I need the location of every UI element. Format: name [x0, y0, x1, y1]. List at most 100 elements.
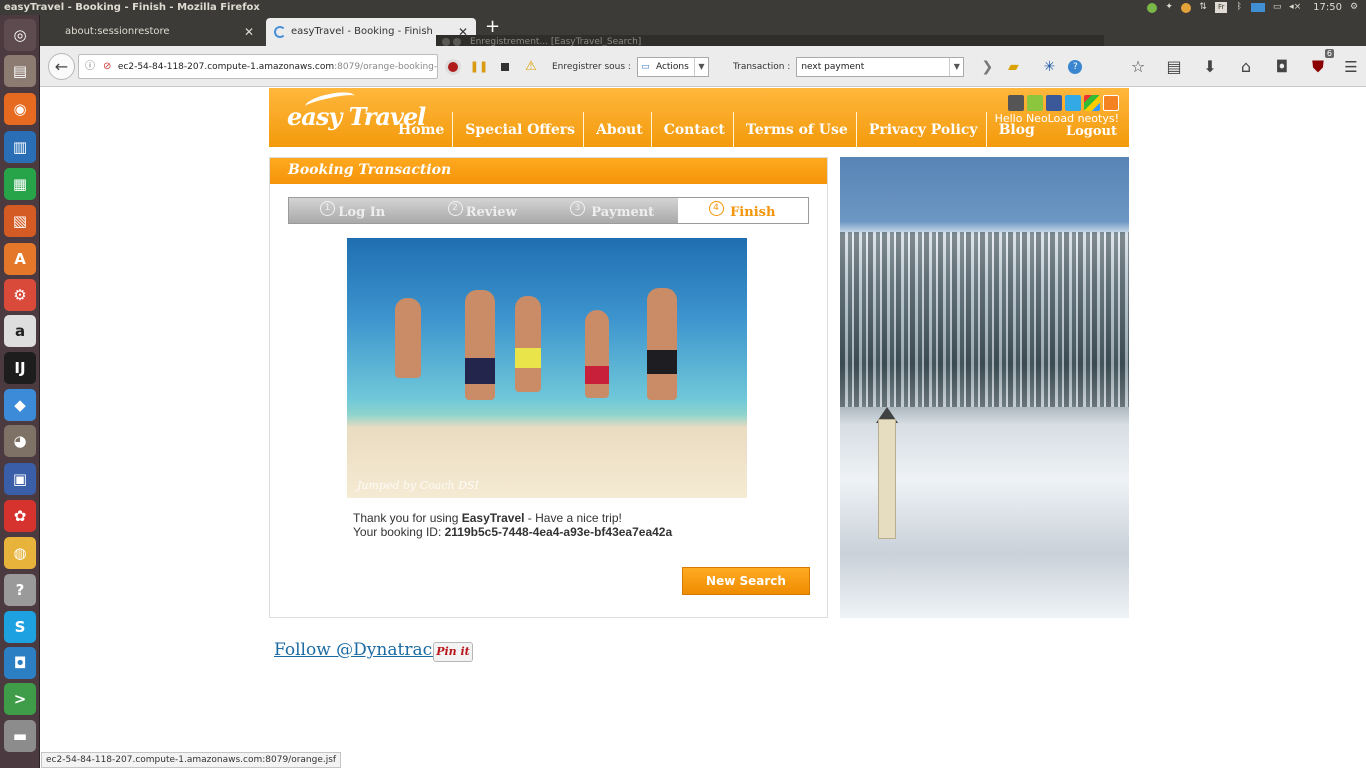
bookmark-star-icon[interactable]: ☆ [1120, 57, 1156, 76]
check-icon[interactable] [1147, 2, 1158, 13]
system-top-bar: easyTravel - Booking - Finish - Mozilla … [0, 0, 1366, 15]
keyboard-layout-icon[interactable]: Fr [1215, 2, 1228, 13]
open-folder-icon[interactable]: ▰ [1000, 55, 1026, 79]
menu-icon[interactable]: ☰ [1336, 58, 1366, 76]
new-search-button[interactable]: New Search [682, 567, 810, 595]
person-figure [647, 288, 677, 400]
volume-icon[interactable]: ◂× [1289, 2, 1301, 13]
thanks-suffix: - Have a nice trip! [524, 511, 622, 525]
dropbox-icon[interactable]: ✦ [1163, 2, 1175, 13]
follow-dynatrace-link[interactable]: Follow @Dynatrace [274, 640, 442, 660]
paint-icon[interactable]: ✿ [4, 500, 36, 532]
reading-list-icon[interactable]: ▤ [1156, 57, 1192, 76]
nav-about[interactable]: About [584, 112, 652, 148]
booking-id-label: Your booking ID: [353, 525, 445, 539]
rss-icon[interactable] [1103, 95, 1119, 111]
nav-special-offers[interactable]: Special Offers [453, 112, 585, 148]
ubuntu-dash-icon[interactable]: ◎ [4, 19, 36, 51]
back-button[interactable]: ← [48, 53, 75, 80]
step-number: 2 [447, 201, 463, 216]
step-label: Review [465, 205, 517, 220]
neoload-target-icon[interactable]: ✳ [1036, 55, 1062, 79]
intellij-icon[interactable]: IJ [4, 352, 36, 384]
stop-button[interactable] [492, 55, 518, 79]
twitter-icon[interactable] [1065, 95, 1081, 111]
pinit-button[interactable]: Pin it [433, 642, 473, 662]
record-button[interactable] [440, 55, 466, 79]
step-label: Log In [338, 205, 386, 220]
next-arrow-icon[interactable]: ❯ [974, 55, 1000, 79]
apple-icon[interactable] [1008, 95, 1024, 111]
tab-sessionrestore[interactable]: about:sessionrestore ✕ [40, 18, 262, 46]
person-figure [585, 310, 609, 398]
android-icon[interactable] [1027, 95, 1043, 111]
booking-steps: 1 Log In 2 Review 3 Payment 4 Finish [288, 197, 809, 224]
chrome-app-icon[interactable]: ◍ [4, 537, 36, 569]
help-icon[interactable]: ? [1062, 55, 1088, 79]
person-figure [515, 296, 541, 392]
home-icon[interactable]: ⌂ [1228, 57, 1264, 76]
chrome-icon[interactable] [1181, 2, 1192, 13]
facebook-icon[interactable] [1046, 95, 1062, 111]
trash-icon[interactable]: ▬ [4, 720, 36, 752]
neoload-icon[interactable]: ◘ [4, 647, 36, 679]
info-icon[interactable]: ⓘ [85, 55, 97, 78]
save-under-select[interactable]: ▭ Actions ▼ [636, 56, 709, 77]
settings-icon[interactable]: ⚙ [4, 279, 36, 311]
software-center-icon[interactable]: A [4, 243, 36, 275]
save-under-value: Actions [655, 61, 689, 72]
firefox-icon[interactable]: ◉ [4, 93, 36, 125]
browser-right-toolbar: ☆ ▤ ⬇ ⌂ ◘ ⛊ 6 ☰ [1120, 48, 1366, 79]
amazon-icon[interactable]: a [4, 315, 36, 347]
recorder-toolbar: ❚❚ ⚠ Enregistrer sous : ▭ Actions ▼ Tran… [440, 54, 1088, 79]
remote-desktop-icon[interactable]: ▣ [4, 463, 36, 495]
step-log-in: 1 Log In [289, 198, 419, 223]
nav-contact[interactable]: Contact [652, 112, 734, 148]
logout-link[interactable]: Logout [1066, 124, 1117, 139]
app-launcher: ◎ ▤ ◉ ▥ ▦ ▧ A ⚙ a IJ ◆ ◕ ▣ ✿ ◍ ? S ◘ > ▬ [0, 15, 40, 768]
download-icon[interactable]: ⬇ [1192, 57, 1228, 76]
terminal-icon[interactable]: > [4, 683, 36, 715]
help-icon[interactable]: ? [4, 574, 36, 606]
calc-icon[interactable]: ▦ [4, 168, 36, 200]
window-controls[interactable] [442, 38, 461, 46]
clock[interactable]: 17:50 [1307, 2, 1342, 13]
chevron-down-icon: ▼ [949, 57, 963, 76]
writer-icon[interactable]: ▥ [4, 131, 36, 163]
close-icon[interactable]: ✕ [244, 18, 254, 46]
step-label: Finish [730, 205, 776, 220]
nav-terms-of-use[interactable]: Terms of Use [734, 112, 857, 148]
transaction-select[interactable]: next payment ▼ [796, 56, 965, 77]
system-tray: ✦ ⇅ Fr ᛒ ▭ ◂× 17:50 ⚙ [1147, 0, 1366, 15]
pocket-icon[interactable]: ◘ [1264, 57, 1300, 76]
ublock-icon[interactable]: ⛊ 6 [1300, 48, 1336, 77]
dropbox-app-icon[interactable]: ◆ [4, 389, 36, 421]
step-number: 4 [708, 201, 724, 216]
url-bar[interactable]: ⓘ ⊘ ec2-54-84-118-207.compute-1.amazonaws… [78, 54, 438, 79]
files-icon[interactable]: ▤ [4, 55, 36, 87]
new-tab-icon[interactable]: + [485, 16, 500, 37]
google-icon[interactable] [1084, 95, 1100, 111]
warning-icon[interactable]: ⚠ [518, 55, 544, 79]
nav-privacy-policy[interactable]: Privacy Policy [857, 112, 987, 148]
settings-gear-icon[interactable]: ⚙ [1348, 2, 1360, 13]
transaction-label: Transaction : [732, 61, 791, 72]
mail-icon[interactable] [1251, 3, 1266, 12]
web-page: easy Travel Home Special Offers About Co… [41, 87, 1366, 752]
pause-button[interactable]: ❚❚ [466, 55, 492, 79]
main-nav: Home Special Offers About Contact Terms … [386, 112, 1043, 148]
person-figure [395, 298, 421, 378]
person-figure [465, 290, 495, 400]
status-bar-url: ec2-54-84-118-207.compute-1.amazonaws.co… [41, 752, 342, 768]
nav-home[interactable]: Home [386, 112, 454, 148]
skype-icon[interactable]: S [4, 611, 36, 643]
bluetooth-icon[interactable]: ᛒ [1233, 2, 1245, 13]
network-icon[interactable]: ⇅ [1197, 2, 1209, 13]
church-tower [878, 419, 896, 539]
thanks-prefix: Thank you for using [353, 511, 462, 525]
gimp-icon[interactable]: ◕ [4, 425, 36, 457]
beach-jump-photo: Jumped by Coach DSI [347, 238, 747, 498]
impress-icon[interactable]: ▧ [4, 205, 36, 237]
save-under-label: Enregistrer sous : [552, 61, 631, 72]
battery-icon[interactable]: ▭ [1271, 2, 1283, 13]
